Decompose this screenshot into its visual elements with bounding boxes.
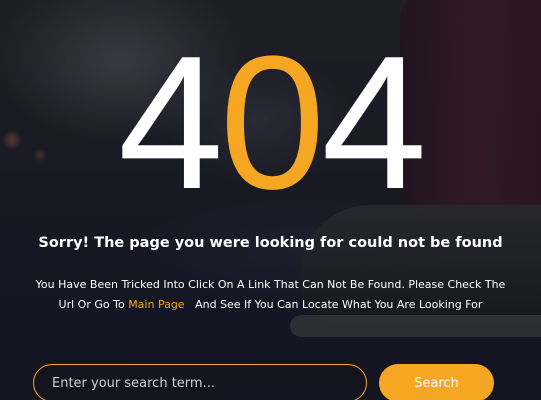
error-page-content: 404 Sorry! The page you were looking for… bbox=[0, 0, 541, 400]
search-input[interactable] bbox=[33, 364, 367, 400]
search-button[interactable]: Search bbox=[379, 364, 494, 400]
error-code-digit-last: 4 bbox=[321, 17, 427, 229]
error-code: 404 bbox=[0, 28, 541, 218]
error-code-digit-middle: 0 bbox=[219, 17, 326, 229]
error-code-digit-first: 4 bbox=[117, 17, 224, 229]
error-headline: Sorry! The page you were looking for cou… bbox=[38, 235, 503, 251]
main-page-link[interactable]: Main Page bbox=[128, 298, 184, 311]
error-message-text-after: And See If You Can Locate What You Are L… bbox=[184, 298, 483, 311]
error-message: You Have Been Tricked Into Click On A Li… bbox=[30, 275, 511, 315]
